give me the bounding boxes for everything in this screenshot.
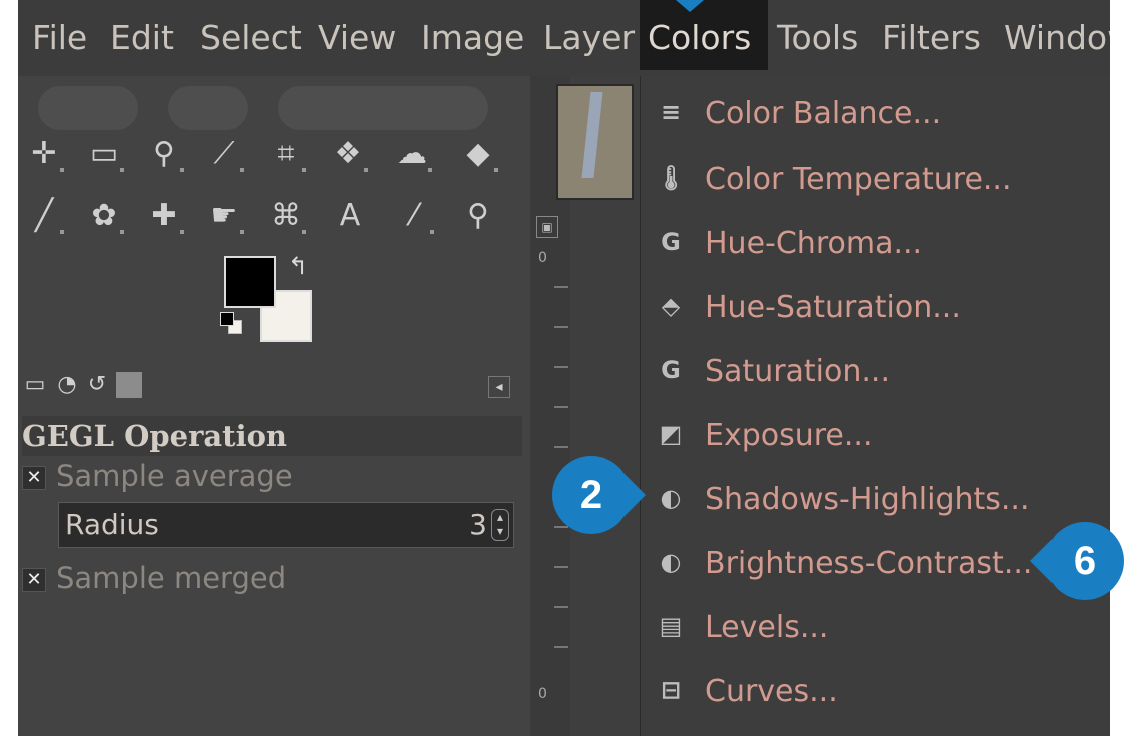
callout-step-2-label: 2 <box>579 473 603 517</box>
menu-item-color-balance[interactable]: ≡ Color Balance... <box>641 82 1110 146</box>
hue-chroma-icon: G <box>661 228 681 256</box>
move-tool-icon[interactable]: ✛ <box>24 134 64 174</box>
quick-mask-icon[interactable]: ▣ <box>536 216 558 238</box>
callout-pointer-left <box>1030 539 1052 583</box>
sample-merged-checkbox[interactable]: ✕ <box>22 568 46 592</box>
rect-select-tool-icon[interactable]: ▭ <box>84 134 124 174</box>
smudge-tool-icon[interactable]: ☛ <box>204 196 244 236</box>
menu-item-levels[interactable]: ▤ Levels... <box>641 596 1110 660</box>
menu-item-exposure[interactable]: ◩ Exposure... <box>641 404 1110 468</box>
menu-tools[interactable]: Tools <box>777 0 858 70</box>
default-colors-fg-icon[interactable] <box>220 312 234 326</box>
radius-label: Radius <box>65 508 159 541</box>
colors-menu: ≡ Color Balance... 🌡 Color Temperature..… <box>640 76 1110 736</box>
images-tab-icon[interactable] <box>116 372 142 398</box>
crop-tool-icon[interactable]: ⌗ <box>266 134 306 174</box>
undo-history-tab-icon[interactable]: ↺ <box>84 372 110 398</box>
menu-window[interactable]: Window <box>1004 0 1110 70</box>
saturation-icon: G <box>661 356 681 384</box>
callout-step-6-label: 6 <box>1073 539 1097 583</box>
brightness-contrast-icon: ◐ <box>660 548 682 576</box>
wilber-ghost <box>38 86 138 130</box>
menubar: File Edit Select View Image Layer Colors… <box>18 0 1110 76</box>
text-tool-icon[interactable]: A <box>330 196 370 236</box>
color-temperature-icon: 🌡 <box>655 164 687 192</box>
callout-pointer-top <box>676 0 704 12</box>
callout-pointer-right <box>624 473 646 517</box>
toolbox-panel: ✛ ▭ ⚲ ⟋ ⌗ ❖ ☁ ◆ ╱ ✿ ✚ ☛ ⌘ A ⁄ ⚲ ↰ ▭ ◔ ↺ … <box>18 76 530 736</box>
transform-tool-icon[interactable]: ❖ <box>328 134 368 174</box>
curves-icon: ⊟ <box>660 676 682 704</box>
ruler-tick <box>554 446 568 448</box>
clone-tool-icon[interactable]: ✿ <box>84 196 124 236</box>
menu-item-curves[interactable]: ⊟ Curves... <box>641 660 1110 724</box>
paths-tool-icon[interactable]: ⌘ <box>266 196 306 236</box>
exposure-icon: ◩ <box>659 420 683 448</box>
menu-item-color-temperature[interactable]: 🌡 Color Temperature... <box>641 148 1110 212</box>
ruler-tick <box>554 606 568 608</box>
menu-filters[interactable]: Filters <box>882 0 981 70</box>
ruler-label-bottom: 0 <box>538 686 547 702</box>
ruler-tick <box>554 646 568 648</box>
sample-average-label: Sample average <box>56 459 293 493</box>
ruler-tick <box>554 286 568 288</box>
configure-tab-icon[interactable]: ◂ <box>488 376 510 398</box>
menu-layer[interactable]: Layer <box>543 0 635 70</box>
foreground-color-swatch[interactable] <box>224 256 276 308</box>
shadows-highlights-icon: ◐ <box>660 484 682 512</box>
spin-arrows-icon[interactable]: ▴ ▾ <box>491 509 509 541</box>
menu-image[interactable]: Image <box>421 0 524 70</box>
tool-options-title: GEGL Operation <box>22 416 522 456</box>
sample-merged-row[interactable]: ✕ Sample merged <box>22 558 286 598</box>
wilber-ghost <box>168 86 248 130</box>
wilber-ghost <box>278 86 488 130</box>
menu-edit[interactable]: Edit <box>110 0 174 70</box>
image-thumbnail[interactable] <box>556 84 634 200</box>
paintbrush-tool-icon[interactable]: ╱ <box>24 196 64 236</box>
menu-item-hue-saturation[interactable]: ⬘ Hue-Saturation... <box>641 276 1110 340</box>
sample-average-checkbox[interactable]: ✕ <box>22 466 46 490</box>
ruler-tick <box>554 406 568 408</box>
free-select-tool-icon[interactable]: ⚲ <box>144 134 184 174</box>
zoom-tool-icon[interactable]: ⚲ <box>458 196 498 236</box>
ruler-tick <box>554 366 568 368</box>
menu-select[interactable]: Select <box>200 0 302 70</box>
callout-step-2: 2 <box>552 456 646 534</box>
radius-value[interactable]: 3 <box>469 503 487 547</box>
menu-file[interactable]: File <box>32 0 87 70</box>
menu-item-saturation[interactable]: G Saturation... <box>641 340 1110 404</box>
menu-item-hue-chroma[interactable]: G Hue-Chroma... <box>641 212 1110 276</box>
swap-colors-icon[interactable]: ↰ <box>288 252 308 280</box>
menu-view[interactable]: View <box>318 0 396 70</box>
dock-tabs: ▭ ◔ ↺ ◂ <box>18 366 530 406</box>
color-picker-tool-icon[interactable]: ⁄ <box>394 196 434 236</box>
ruler-tick <box>554 526 568 528</box>
sample-average-row[interactable]: ✕ Sample average <box>22 456 293 496</box>
device-status-tab-icon[interactable]: ◔ <box>54 372 80 398</box>
ruler-tick <box>554 326 568 328</box>
levels-icon: ▤ <box>659 612 683 640</box>
ruler-tick <box>554 566 568 568</box>
bucket-fill-tool-icon[interactable]: ◆ <box>458 134 498 174</box>
callout-step-6: 6 <box>1030 522 1124 600</box>
warp-tool-icon[interactable]: ☁ <box>392 134 432 174</box>
tool-options-tab-icon[interactable]: ▭ <box>22 372 48 398</box>
heal-tool-icon[interactable]: ✚ <box>144 196 184 236</box>
menu-colors[interactable]: Colors <box>640 0 768 70</box>
fuzzy-select-tool-icon[interactable]: ⟋ <box>204 134 244 174</box>
menu-item-shadows-highlights[interactable]: ◐ Shadows-Highlights... <box>641 468 1110 532</box>
ruler-label-top: 0 <box>538 250 547 266</box>
gimp-window: File Edit Select View Image Layer Colors… <box>18 0 1110 736</box>
hue-saturation-icon: ⬘ <box>661 292 681 320</box>
color-balance-icon: ≡ <box>660 98 682 126</box>
radius-spinner[interactable]: Radius 3 ▴ ▾ <box>58 502 514 548</box>
sample-merged-label: Sample merged <box>56 561 287 595</box>
